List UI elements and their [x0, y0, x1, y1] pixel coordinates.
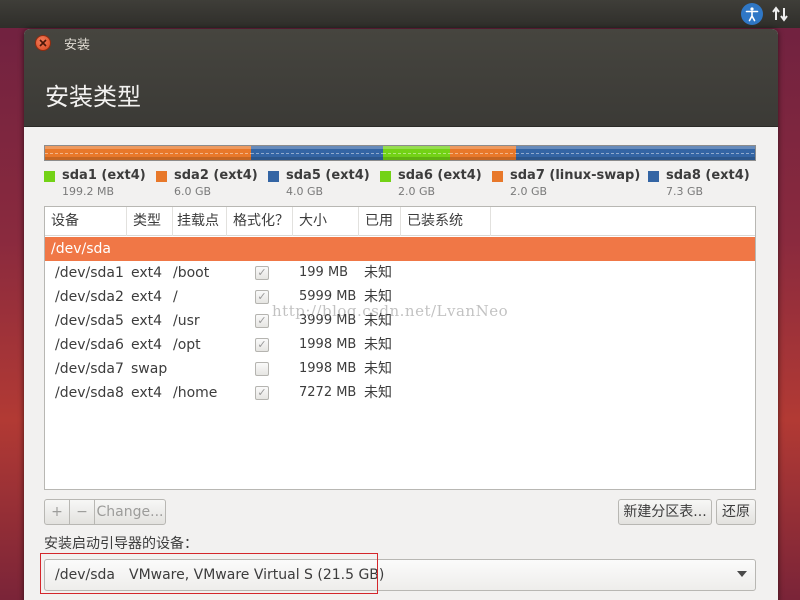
legend-partition-size: 4.0 GB [286, 185, 324, 198]
legend-partition-size: 199.2 MB [62, 185, 115, 198]
column-header[interactable]: 设备 [45, 207, 127, 236]
format-checkbox[interactable]: ✓ [255, 266, 269, 280]
legend-color-swatch [156, 171, 167, 182]
format-checkbox[interactable]: ✓ [255, 386, 269, 400]
partition-legend: sda1 (ext4) 199.2 MB sda2 (ext4) 6.0 GB sda5… [44, 168, 756, 204]
column-header[interactable]: 已装系统 [401, 207, 491, 236]
device-cell: /dev/sda [51, 241, 111, 257]
type-cell: ext4 [131, 385, 163, 401]
used-cell: 未知 [364, 265, 392, 281]
size-cell: 7272 MB [299, 385, 357, 400]
mount-cell: / [173, 289, 178, 305]
revert-button[interactable]: 还原 [716, 499, 756, 525]
chevron-down-icon [737, 571, 747, 577]
add-partition-button[interactable]: + [44, 499, 70, 525]
partition-table[interactable]: 设备 类型 挂载点 格式化？ 大小 已用 已装系统 /dev/sda /dev/sda1 ex… [44, 206, 756, 490]
table-header: 设备 类型 挂载点 格式化？ 大小 已用 已装系统 [45, 207, 755, 236]
device-cell: /dev/sda6 [55, 337, 124, 353]
mount-cell: /boot [173, 265, 210, 281]
mount-cell: /home [173, 385, 218, 401]
accessibility-icon[interactable] [740, 2, 764, 26]
new-partition-table-button[interactable]: 新建分区表... [618, 499, 712, 525]
title-bar: 安装 安装类型 [24, 29, 778, 127]
type-cell: ext4 [131, 337, 163, 353]
device-cell: /dev/sda1 [55, 265, 124, 281]
table-row[interactable]: /dev/sda8 ext4/home ✓ 7272 MB 未知 [45, 381, 755, 405]
device-cell: /dev/sda7 [55, 361, 124, 377]
table-row[interactable]: /dev/sda1 ext4/boot ✓ 199 MB 未知 [45, 261, 755, 285]
partition-edit-buttons: + − Change... [44, 499, 166, 525]
legend-partition-name: sda2 (ext4) [174, 168, 258, 183]
column-header[interactable]: 格式化？ [227, 207, 293, 236]
legend-partition-size: 2.0 GB [398, 185, 436, 198]
network-arrows-icon[interactable] [768, 2, 792, 26]
window-title: 安装 [64, 38, 91, 53]
close-icon[interactable] [35, 35, 51, 51]
legend-color-swatch [44, 171, 55, 182]
table-row-device[interactable]: /dev/sda [45, 237, 755, 261]
boot-loader-label: 安装启动引导器的设备： [44, 536, 198, 552]
change-partition-button[interactable]: Change... [94, 499, 166, 525]
legend-partition-name: sda5 (ext4) [286, 168, 370, 183]
partition-usage-bar [44, 145, 756, 161]
legend-color-swatch [648, 171, 659, 182]
mount-cell: /opt [173, 337, 201, 353]
highlight-annotation-box [40, 553, 378, 594]
type-cell: ext4 [131, 289, 163, 305]
partition-segment [449, 146, 517, 160]
type-cell: ext4 [131, 313, 163, 329]
device-cell: /dev/sda5 [55, 313, 124, 329]
legend-color-swatch [268, 171, 279, 182]
format-checkbox[interactable]: ✓ [255, 290, 269, 304]
remove-partition-button[interactable]: − [69, 499, 95, 525]
legend-partition-size: 6.0 GB [174, 185, 212, 198]
table-row[interactable]: /dev/sda6 ext4/opt ✓ 1998 MB 未知 [45, 333, 755, 357]
partition-segment [45, 146, 251, 160]
size-cell: 1998 MB [299, 337, 357, 352]
size-cell: 199 MB [299, 265, 349, 280]
legend-partition-size: 2.0 GB [510, 185, 548, 198]
table-row[interactable]: /dev/sda7 swap 1998 MB 未知 [45, 357, 755, 381]
top-panel [0, 0, 800, 28]
page-title: 安装类型 [45, 83, 141, 111]
legend-partition-name: sda8 (ext4) [666, 168, 750, 183]
legend-partition-name: sda6 (ext4) [398, 168, 482, 183]
legend-partition-size: 7.3 GB [666, 185, 704, 198]
partition-segment [250, 146, 383, 160]
size-cell: 1998 MB [299, 361, 357, 376]
used-cell: 未知 [364, 385, 392, 401]
format-checkbox[interactable]: ✓ [255, 314, 269, 328]
format-checkbox[interactable]: ✓ [255, 338, 269, 352]
device-cell: /dev/sda2 [55, 289, 124, 305]
column-header[interactable]: 挂载点 [171, 207, 227, 236]
column-header[interactable]: 大小 [293, 207, 359, 236]
watermark: http://blog.csdn.net/LvanNeo [272, 302, 509, 320]
partition-segment [382, 146, 450, 160]
type-cell: ext4 [131, 265, 163, 281]
column-header[interactable]: 已用 [359, 207, 401, 236]
legend-partition-name: sda1 (ext4) [62, 168, 146, 183]
mount-cell: /usr [173, 313, 200, 329]
legend-color-swatch [380, 171, 391, 182]
column-header[interactable]: 类型 [127, 207, 173, 236]
legend-color-swatch [492, 171, 503, 182]
used-cell: 未知 [364, 361, 392, 377]
format-checkbox[interactable] [255, 362, 269, 376]
used-cell: 未知 [364, 337, 392, 353]
legend-partition-name: sda7 (linux-swap) [510, 168, 641, 183]
device-cell: /dev/sda8 [55, 385, 124, 401]
type-cell: swap [131, 361, 168, 377]
partition-segment [516, 146, 755, 160]
